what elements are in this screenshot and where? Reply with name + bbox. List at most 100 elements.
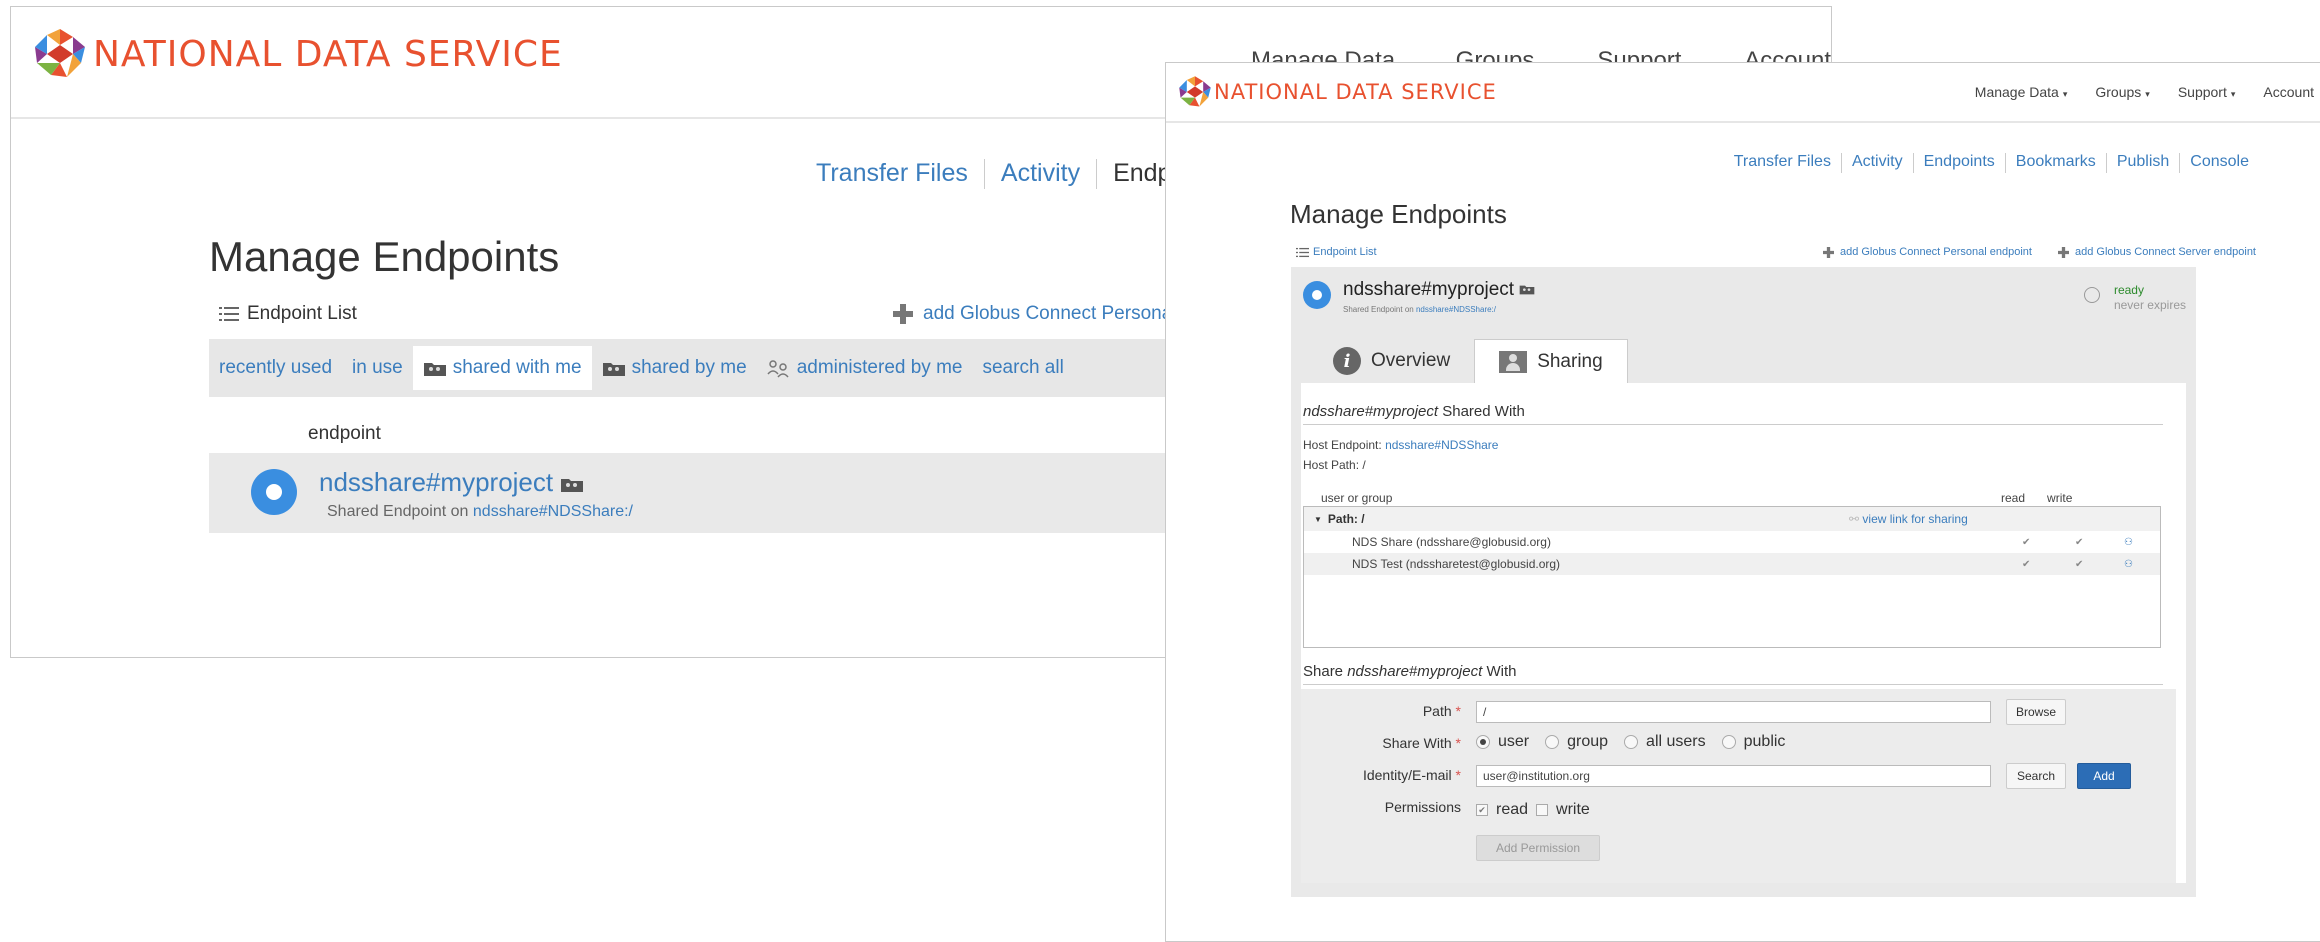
subnav-transfer-files[interactable]: Transfer Files xyxy=(1734,153,1831,173)
front-window: NATIONAL DATA SERVICE Manage Data ▾ Group… xyxy=(1165,62,2320,942)
list-icon xyxy=(1296,247,1309,257)
info-icon: i xyxy=(1333,347,1361,375)
endpoint-sub-prefix: Shared Endpoint on xyxy=(327,503,473,520)
view-link-label: view link for sharing xyxy=(1862,512,1968,526)
host-path-value: / xyxy=(1362,458,1366,472)
endpoint-list-link[interactable]: Endpoint List xyxy=(1296,246,1377,258)
read-checkbox[interactable]: ✔ xyxy=(1476,804,1488,816)
endpoint-status: ready never expires xyxy=(2114,283,2186,313)
brand-name: NATIONAL DATA SERVICE xyxy=(1214,80,1497,104)
filter-shared-by-me[interactable]: shared by me xyxy=(592,346,757,390)
host-endpoint-link[interactable]: ndsshare#NDSShare:/ xyxy=(1416,305,1496,314)
tab-overview[interactable]: i Overview xyxy=(1309,339,1474,383)
tab-sharing[interactable]: Sharing xyxy=(1474,339,1628,384)
required-marker: * xyxy=(1455,703,1461,719)
radio-group[interactable]: group xyxy=(1545,733,1608,751)
subnav-endpoints[interactable]: Endpoints xyxy=(1924,153,1995,173)
header: NATIONAL DATA SERVICE Manage Data ▾ Group… xyxy=(1166,63,2320,123)
plus-icon xyxy=(2057,246,2069,258)
filter-in-use[interactable]: in use xyxy=(342,346,413,390)
subnav-console[interactable]: Console xyxy=(2190,153,2249,173)
read-check-icon[interactable]: ✔ xyxy=(2022,537,2030,548)
endpoint-header: ndsshare#myproject Shared Endpoint on nd… xyxy=(1291,267,2196,323)
filter-administered-label: administered by me xyxy=(796,357,963,378)
path-row-label: Path: / xyxy=(1327,512,1365,526)
subnav-activity[interactable]: Activity xyxy=(1001,159,1080,189)
share-with-heading: Share ndsshare#myproject With xyxy=(1303,663,2163,685)
radio-public[interactable]: public xyxy=(1721,733,1786,751)
filter-shared-with-me-label: shared with me xyxy=(452,357,582,378)
write-checkbox[interactable] xyxy=(1536,804,1549,816)
required-marker: * xyxy=(1455,767,1461,783)
browse-button[interactable]: Browse xyxy=(2006,699,2066,725)
logo[interactable]: NATIONAL DATA SERVICE xyxy=(33,27,563,81)
radio-public-label: public xyxy=(1743,733,1786,750)
user-name: NDS Share (ndsshare@globusid.org) xyxy=(1352,535,1551,549)
page-title: Manage Endpoints xyxy=(1290,199,1507,229)
endpoint-list-label: Endpoint List xyxy=(1313,246,1377,258)
shared-folder-icon xyxy=(1520,285,1535,295)
link-icon: ⚯ xyxy=(1849,512,1860,526)
endpoint-name-text: ndsshare#myproject xyxy=(1343,279,1515,300)
add-permission-button[interactable]: Add Permission xyxy=(1476,835,1600,861)
nav-support[interactable]: Support ▾ xyxy=(2178,84,2236,100)
permission-headers: read write xyxy=(2001,491,2072,505)
filter-search-all[interactable]: search all xyxy=(972,346,1073,390)
share-with-options: user group all users public xyxy=(1476,733,1785,751)
status-ready: ready xyxy=(2113,283,2144,297)
search-button[interactable]: Search xyxy=(2006,763,2066,789)
nav-groups-label: Groups xyxy=(2095,84,2142,100)
plus-icon xyxy=(1822,246,1834,258)
column-read: read xyxy=(2001,491,2026,505)
nds-logo-icon xyxy=(35,29,85,77)
view-link-for-sharing[interactable]: ⚯ view link for sharing xyxy=(1849,512,1968,526)
share-form: Path * / Browse Share With * user group … xyxy=(1301,689,2176,883)
endpoint-list-link[interactable]: Endpoint List xyxy=(219,303,357,325)
host-endpoint-value[interactable]: ndsshare#NDSShare xyxy=(1385,438,1498,452)
add-button[interactable]: Add xyxy=(2077,763,2131,789)
endpoint-sub-prefix: Shared Endpoint on xyxy=(1343,305,1416,314)
read-check-icon[interactable]: ✔ xyxy=(2022,559,2030,570)
host-endpoint-link[interactable]: ndsshare#NDSShare:/ xyxy=(473,503,633,520)
radio-user[interactable]: user xyxy=(1476,733,1529,751)
path-row[interactable]: ▼ Path: / ⚯ view link for sharing xyxy=(1304,507,2160,531)
nav-account[interactable]: Account xyxy=(2263,84,2314,100)
table-row[interactable]: NDS Test (ndssharetest@globusid.org) ✔ ✔… xyxy=(1304,553,2160,575)
table-row[interactable]: NDS Share (ndsshare@globusid.org) ✔ ✔ ⚇ xyxy=(1304,531,2160,553)
share-with-label: Share With * xyxy=(1301,735,1461,751)
nav-manage-data[interactable]: Manage Data ▾ xyxy=(1975,84,2068,100)
filter-shared-with-me[interactable]: shared with me xyxy=(412,346,592,390)
write-check-icon[interactable]: ✔ xyxy=(2075,537,2083,548)
identity-input[interactable]: user@institution.org xyxy=(1476,765,1991,787)
logo[interactable]: NATIONAL DATA SERVICE xyxy=(1178,75,1497,109)
add-personal-endpoint-link[interactable]: add Globus Connect Personal endpoint xyxy=(1822,246,2032,258)
filter-administered-by-me[interactable]: administered by me xyxy=(757,346,973,390)
sub-nav: Transfer Files Activity Endpoints xyxy=(816,159,1224,189)
radio-all-users-label: all users xyxy=(1646,733,1706,750)
add-server-label: add Globus Connect Server endpoint xyxy=(2074,246,2256,258)
radio-button xyxy=(1545,735,1560,749)
add-server-endpoint-link[interactable]: add Globus Connect Server endpoint xyxy=(2057,246,2256,258)
permissions-label: Permissions xyxy=(1384,799,1461,815)
endpoint-name[interactable]: ndsshare#myproject xyxy=(319,467,584,498)
subnav-transfer-files[interactable]: Transfer Files xyxy=(816,159,968,189)
manage-user-icon[interactable]: ⚇ xyxy=(2124,537,2133,548)
write-check-icon[interactable]: ✔ xyxy=(2075,559,2083,570)
manage-user-icon[interactable]: ⚇ xyxy=(2124,559,2133,570)
path-input[interactable]: / xyxy=(1476,701,1991,723)
host-endpoint-label: Host Endpoint: xyxy=(1303,438,1386,452)
subnav-bookmarks[interactable]: Bookmarks xyxy=(2016,153,2096,173)
perm-read-label: read xyxy=(1496,801,1529,818)
subnav-activity[interactable]: Activity xyxy=(1852,153,1903,173)
filter-recently-used[interactable]: recently used xyxy=(209,346,342,390)
column-user-or-group: user or group xyxy=(1321,491,1393,505)
endpoint-tabs: i Overview Sharing xyxy=(1309,339,1628,384)
nav-groups[interactable]: Groups ▾ xyxy=(2095,84,2149,100)
subnav-publish[interactable]: Publish xyxy=(2117,153,2169,173)
endpoint-subtitle: Shared Endpoint on ndsshare#NDSShare:/ xyxy=(1343,305,1496,314)
caret-down-icon: ▾ xyxy=(2230,89,2236,99)
shared-with-suffix: Shared With xyxy=(1438,403,1525,420)
column-header-endpoint: endpoint xyxy=(308,423,381,444)
radio-all-users[interactable]: all users xyxy=(1624,733,1706,751)
top-nav: Manage Data ▾ Groups ▾ Support ▾ Account xyxy=(1975,84,2314,100)
